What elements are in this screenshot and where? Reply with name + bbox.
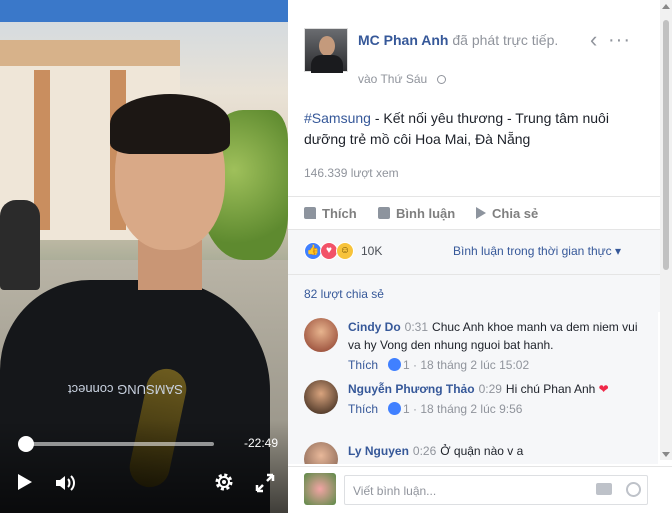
comment-like-count: 1	[403, 358, 410, 372]
fullscreen-icon[interactable]	[254, 472, 276, 494]
avatar-suit	[311, 55, 343, 73]
comment-text: Hi chú Phan Anh	[505, 382, 596, 396]
heart-emoji-icon: ❤	[598, 382, 609, 396]
comment-time[interactable]: 0:31	[405, 320, 428, 334]
post-text: #Samsung - Kết nối yêu thương - Trung tâ…	[304, 108, 644, 150]
scroll-down-arrow-icon[interactable]	[662, 452, 670, 457]
comment-time[interactable]: 0:29	[479, 382, 502, 396]
author-name[interactable]: MC Phan Anh	[358, 32, 448, 48]
scroll-up-arrow-icon[interactable]	[662, 4, 670, 9]
share-icon	[476, 207, 486, 219]
post-time[interactable]: vào Thứ Sáu	[358, 72, 427, 86]
current-user-avatar	[304, 473, 336, 505]
commenter-name[interactable]: Nguyễn Phương Thảo	[348, 382, 475, 396]
app-root: SAMSUNG connect -22:49 MC Phan Anh đã ph…	[0, 0, 672, 513]
comment-icon	[378, 207, 390, 219]
like-label: Thích	[322, 206, 357, 221]
share-button[interactable]: Chia sẻ	[476, 206, 538, 221]
share-count-row: 82 lượt chia sẻ	[288, 274, 672, 312]
comment-footer: Thích 1 · 18 tháng 2 lúc 15:02	[348, 358, 530, 372]
commenter-name[interactable]: Ly Nguyen	[348, 444, 409, 458]
avatar-face	[319, 36, 335, 56]
video-progress-bar[interactable]	[24, 442, 214, 446]
gear-icon[interactable]	[212, 470, 236, 494]
shirt-logo: SAMSUNG connect	[68, 382, 183, 397]
comment-filter-dropdown[interactable]: Bình luận trong thời gian thực ▾	[453, 244, 621, 258]
reactions-bar: 👍 ♥ ☺ 10K Bình luận trong thời gian thực…	[288, 230, 672, 274]
mini-like-icon	[388, 358, 402, 371]
share-label: Chia sẻ	[492, 206, 539, 221]
video-timecode: -22:49	[244, 436, 279, 450]
video-player[interactable]: SAMSUNG connect -22:49	[0, 0, 288, 513]
video-sky	[0, 0, 288, 22]
commenter-avatar[interactable]	[304, 442, 338, 464]
post-status: đã phát trực tiếp.	[448, 32, 559, 48]
post-meta: vào Thứ Sáu	[358, 72, 446, 86]
post-panel: MC Phan Anh đã phát trực tiếp. ‹ ··· vào…	[288, 0, 672, 513]
reaction-count[interactable]: 10K	[361, 244, 382, 258]
comment-content: Nguyễn Phương Thảo 0:29 Hi chú Phan Anh ❤	[348, 380, 648, 398]
person-hair	[110, 94, 230, 154]
haha-reaction-icon[interactable]: ☺	[336, 242, 354, 260]
post-header: MC Phan Anh đã phát trực tiếp.	[358, 30, 578, 50]
video-progress-knob[interactable]	[18, 436, 34, 452]
comment-body: Cindy Do 0:31 Chuc Anh khoe manh va dem ni…	[348, 318, 648, 374]
camera-icon[interactable]	[596, 483, 612, 495]
share-count[interactable]: 82 lượt chia sẻ	[304, 287, 384, 301]
like-icon	[304, 207, 316, 219]
comment-footer: Thích 1 · 18 tháng 2 lúc 9:56	[348, 402, 523, 416]
commenter-name[interactable]: Cindy Do	[348, 320, 401, 334]
comment-text: Ở quận nào v a	[440, 444, 524, 458]
comment-like-link[interactable]: Thích	[348, 358, 378, 372]
like-button[interactable]: Thích	[304, 206, 357, 221]
video-controls-overlay	[0, 420, 288, 513]
comment-label: Bình luận	[396, 206, 456, 221]
play-icon[interactable]	[18, 474, 32, 490]
back-icon[interactable]: ‹	[590, 29, 597, 51]
comment-content: Ly Nguyen 0:26 Ở quận nào v a	[348, 442, 648, 460]
comment-body: Nguyễn Phương Thảo 0:29 Hi chú Phan Anh ❤ …	[348, 380, 648, 418]
comment-content: Cindy Do 0:31 Chuc Anh khoe manh va dem ni…	[348, 318, 648, 354]
globe-icon	[436, 75, 446, 84]
view-count: 146.339 lượt xem	[304, 166, 399, 180]
comment-like-link[interactable]: Thích	[348, 402, 378, 416]
mini-like-icon	[388, 402, 402, 415]
commenter-avatar[interactable]	[304, 380, 338, 414]
comment-list: Cindy Do 0:31 Chuc Anh khoe manh va dem ni…	[288, 312, 658, 464]
building-roof	[0, 40, 180, 66]
comment-body: Ly Nguyen 0:26 Ở quận nào v a	[348, 442, 648, 460]
comment-like-count: 1	[403, 402, 410, 416]
comment-date[interactable]: 18 tháng 2 lúc 15:02	[420, 358, 529, 372]
action-bar: Thích Bình luận Chia sẻ	[288, 196, 672, 230]
hashtag-link[interactable]: #Samsung	[304, 110, 371, 126]
emoji-icon[interactable]	[626, 482, 641, 497]
scrollbar-thumb[interactable]	[663, 20, 669, 270]
scrollbar[interactable]	[660, 0, 672, 460]
comment-time[interactable]: 0:26	[413, 444, 436, 458]
commenter-avatar[interactable]	[304, 318, 338, 352]
author-avatar[interactable]	[304, 28, 348, 73]
comment-button[interactable]: Bình luận	[378, 206, 455, 221]
volume-icon[interactable]	[54, 473, 78, 493]
more-icon[interactable]: ···	[608, 30, 631, 50]
comment-composer: Viết bình luận...	[288, 466, 672, 513]
comment-date[interactable]: 18 tháng 2 lúc 9:56	[420, 402, 522, 416]
